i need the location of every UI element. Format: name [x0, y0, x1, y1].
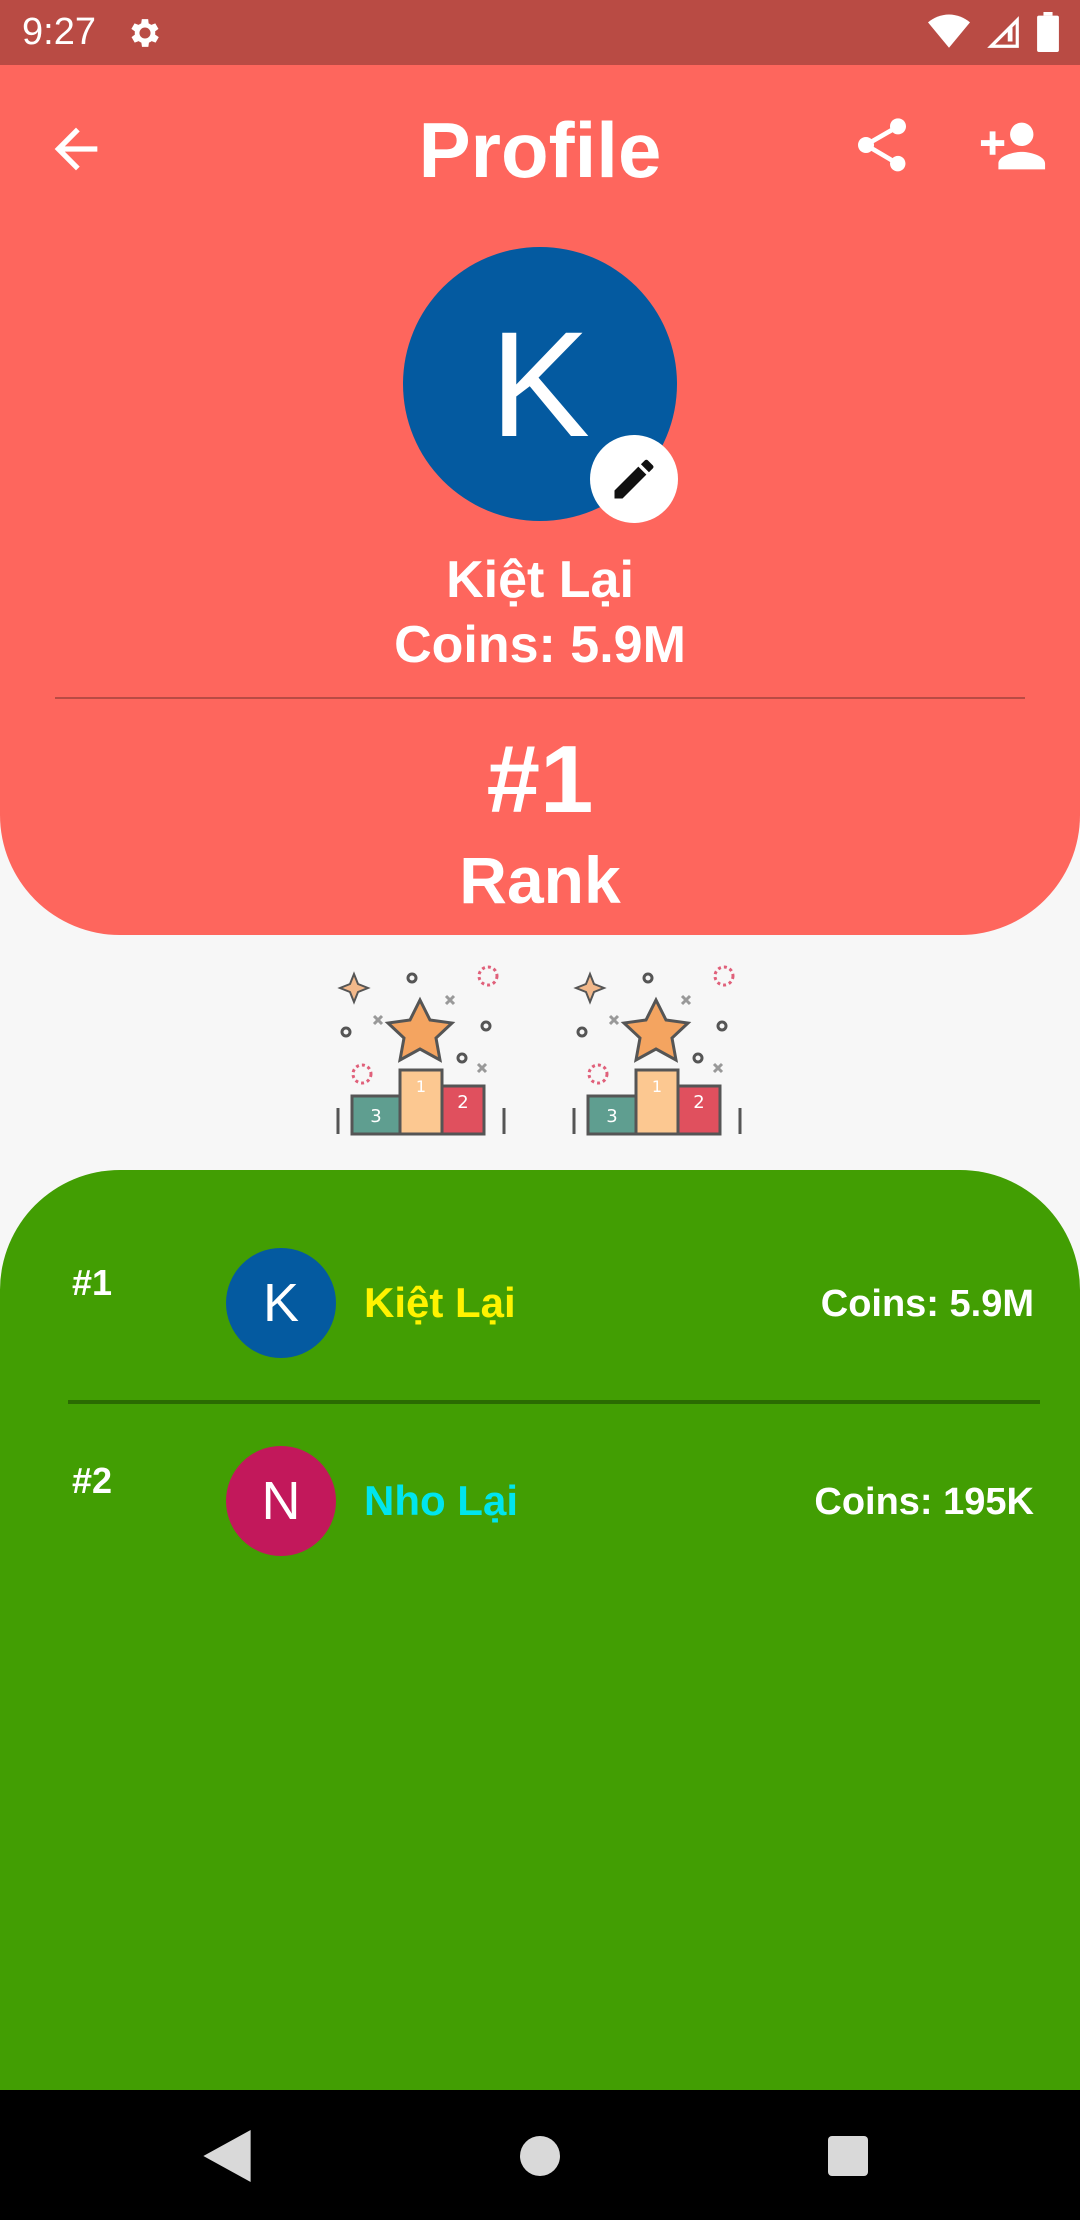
- leaderboard-row[interactable]: #2 N Nho Lại Coins: 195K: [0, 1446, 1080, 1576]
- profile-header: Profile K Kiệt Lại Coins: 5.9M #1 Rank: [0, 65, 1080, 935]
- leaderboard-divider: [68, 1400, 1040, 1404]
- status-bar: 9:27: [0, 0, 1080, 65]
- screen: 9:27 Profile K Kiệt Lại Coins: 5.9M #1 R…: [0, 0, 1080, 2220]
- nav-recents-icon[interactable]: [828, 2136, 868, 2176]
- row-name: Kiệt Lại: [364, 1279, 516, 1326]
- rank-number: #1: [486, 726, 594, 833]
- pencil-icon: [614, 459, 654, 499]
- battery-icon: [1037, 12, 1059, 52]
- cellular-signal-icon: [987, 16, 1019, 48]
- podium-star-icon: 1 2 3: [336, 965, 506, 1136]
- row-coins: Coins: 5.9M: [820, 1283, 1034, 1325]
- svg-text:3: 3: [606, 1106, 617, 1127]
- add-person-icon[interactable]: [978, 111, 1048, 181]
- status-time: 9:27: [22, 11, 96, 53]
- rank-label: Rank: [459, 843, 621, 917]
- system-nav-bar: [0, 2090, 1080, 2220]
- settings-gear-icon: [131, 19, 159, 47]
- leaderboard-row[interactable]: #1 K Kiệt Lại Coins: 5.9M: [0, 1248, 1080, 1378]
- nav-back-icon[interactable]: [202, 2130, 252, 2182]
- svg-text:1: 1: [652, 1077, 662, 1096]
- podium-star-icon: 1 2 3: [572, 965, 742, 1136]
- row-avatar: N: [226, 1446, 336, 1556]
- status-icons: [928, 12, 1060, 52]
- profile-coins: Coins: 5.9M: [394, 616, 686, 674]
- nav-home-icon[interactable]: [520, 2136, 560, 2176]
- page-title: Profile: [418, 106, 662, 194]
- row-rank: #2: [72, 1460, 113, 1501]
- edit-avatar-button[interactable]: [590, 435, 678, 523]
- row-rank: #1: [72, 1262, 113, 1303]
- row-name: Nho Lại: [364, 1477, 518, 1524]
- row-coins: Coins: 195K: [814, 1481, 1034, 1523]
- header-divider: [55, 697, 1025, 699]
- svg-text:2: 2: [457, 1092, 468, 1113]
- svg-text:1: 1: [416, 1077, 426, 1096]
- wifi-icon: [928, 14, 970, 48]
- share-icon[interactable]: [850, 113, 914, 177]
- svg-text:3: 3: [370, 1106, 381, 1127]
- svg-text:2: 2: [693, 1092, 704, 1113]
- profile-name: Kiệt Lại: [446, 551, 634, 609]
- row-avatar: K: [226, 1248, 336, 1358]
